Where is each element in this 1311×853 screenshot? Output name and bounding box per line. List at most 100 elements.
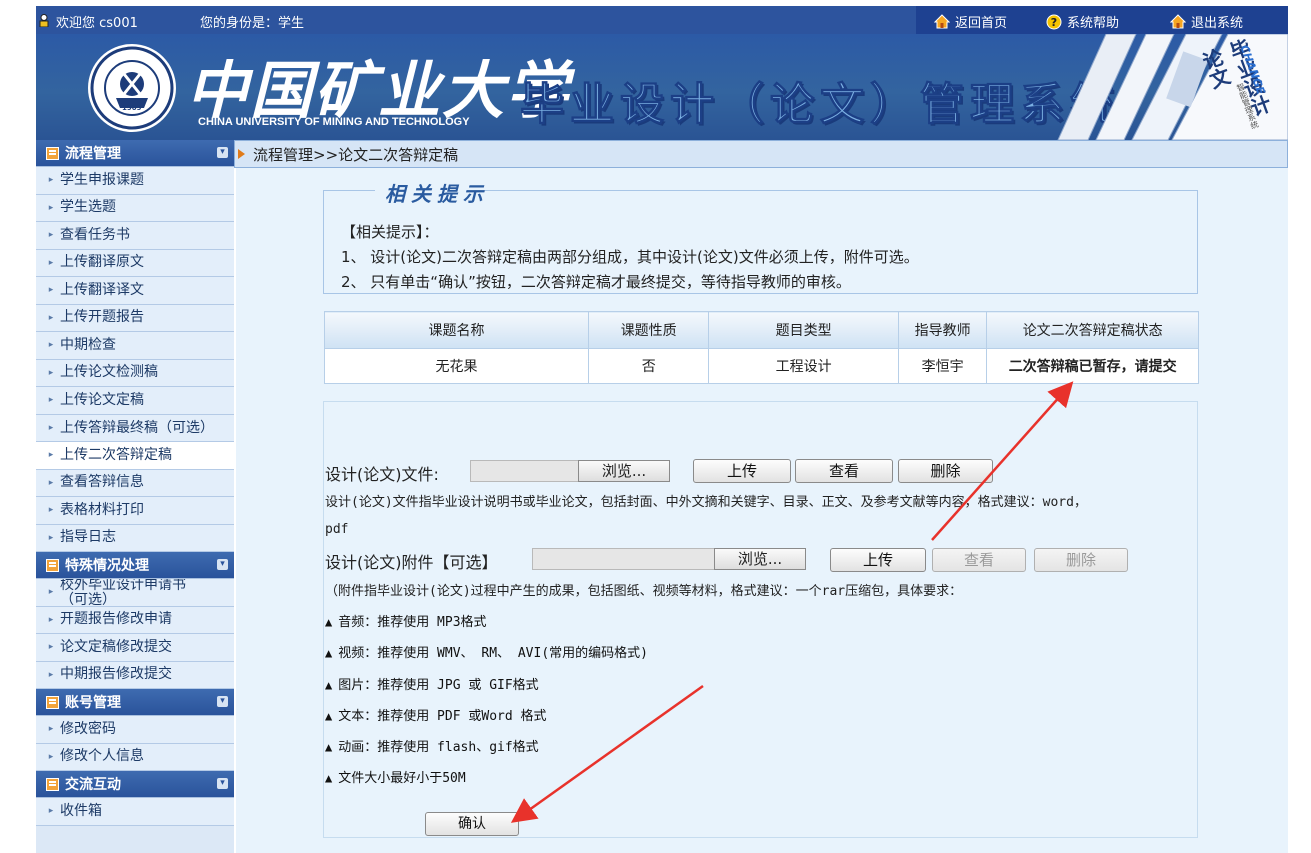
sidebar: 流程管理 ▾ ▸ 学生申报课题 ▸ 学生选题 ▸ 查看任务书 ▸ 上传翻译原文 ▸ 上传翻译…	[36, 140, 234, 853]
home-link[interactable]: 返回首页	[934, 12, 1007, 31]
collapse-icon[interactable]: ▾	[217, 778, 228, 789]
sidebar-item-label: 学生申报课题	[60, 171, 144, 188]
sidebar-item-change-password[interactable]: ▸ 修改密码	[36, 716, 234, 744]
sidebar-item-apply-topic[interactable]: ▸ 学生申报课题	[36, 167, 234, 195]
collapse-icon[interactable]: ▾	[217, 559, 228, 570]
sidebar-item-inbox[interactable]: ▸ 收件箱	[36, 798, 234, 826]
sidebar-item-label: 表格材料打印	[60, 501, 144, 518]
cell-topic: 无花果	[323, 348, 590, 384]
sidebar-item-midterm-check[interactable]: ▸ 中期检查	[36, 332, 234, 360]
bullet-icon: ▸	[48, 422, 54, 433]
sidebar-item-task-book[interactable]: ▸ 查看任务书	[36, 222, 234, 250]
sidebar-item-upload-second-defense[interactable]: ▸ 上传二次答辩定稿	[36, 442, 234, 470]
breadcrumb-arrow-icon	[238, 149, 245, 159]
university-seal-icon	[88, 44, 176, 132]
sidebar-item-print-forms[interactable]: ▸ 表格材料打印	[36, 497, 234, 525]
section-title: 账号管理	[65, 695, 121, 711]
bullet-icon: ▸	[48, 532, 54, 543]
tips-line-2: 2、 只有单击“确认”按钮，二次答辩定稿才最终提交，等待指导教师的审核。	[341, 273, 851, 291]
bullet-icon: ▸	[48, 505, 54, 516]
help-link[interactable]: ? 系统帮助	[1046, 12, 1119, 31]
bullet-icon: ▸	[48, 202, 54, 213]
triangle-icon: ▲	[325, 740, 333, 754]
collapse-icon[interactable]: ▾	[217, 696, 228, 707]
triangle-icon: ▲	[325, 771, 333, 785]
sidebar-item-upload-check-draft[interactable]: ▸ 上传论文检测稿	[36, 359, 234, 387]
attachment-delete-button[interactable]: 删除	[1034, 548, 1128, 572]
thesis-browse-button[interactable]: 浏览...	[578, 460, 670, 482]
triangle-icon: ▲	[325, 646, 333, 660]
thesis-view-button[interactable]: 查看	[795, 459, 893, 483]
seal-year: 1909	[122, 104, 142, 112]
column-header-advisor: 指导教师	[897, 311, 988, 349]
requirement-item: ▲ 音频：推荐使用 MP3格式	[325, 611, 487, 630]
thesis-file-label: 设计(论文)文件:	[325, 465, 439, 484]
requirement-text: 文本：推荐使用 PDF 或Word 格式	[338, 709, 547, 724]
tips-heading: 【相关提示】：	[341, 223, 439, 241]
attachment-file-input[interactable]	[532, 548, 717, 570]
sidebar-item-upload-translation-original[interactable]: ▸ 上传翻译原文	[36, 249, 234, 277]
sidebar-item-defense-info[interactable]: ▸ 查看答辩信息	[36, 469, 234, 497]
sidebar-item-midterm-change[interactable]: ▸ 中期报告修改提交	[36, 661, 234, 689]
sidebar-item-offcampus-application[interactable]: ▸ 校外毕业设计申请书（可选）	[36, 579, 234, 607]
sidebar-item-edit-profile[interactable]: ▸ 修改个人信息	[36, 743, 234, 771]
confirm-button[interactable]: 确认	[425, 812, 519, 836]
sidebar-item-upload-final[interactable]: ▸ 上传论文定稿	[36, 387, 234, 415]
sidebar-item-upload-translation[interactable]: ▸ 上传翻译译文	[36, 277, 234, 305]
sidebar-item-label: 上传开题报告	[60, 309, 144, 326]
attachment-upload-button[interactable]: 上传	[830, 548, 926, 572]
thesis-file-note-2: pdf	[325, 522, 349, 537]
help-link-label: 系统帮助	[1067, 16, 1120, 31]
requirement-text: 音频：推荐使用 MP3格式	[338, 615, 487, 630]
cell-nature: 否	[588, 348, 710, 384]
header-banner: 1909 中国矿业大学 CHINA UNIVERSITY OF MINING A…	[36, 34, 1288, 140]
triangle-icon: ▲	[325, 615, 333, 629]
home-icon	[934, 14, 950, 29]
collapse-icon[interactable]: ▾	[217, 147, 228, 158]
column-header-type: 题目类型	[708, 311, 899, 349]
bullet-icon: ▸	[48, 367, 54, 378]
thesis-upload-button[interactable]: 上传	[693, 459, 791, 483]
triangle-icon: ▲	[325, 678, 333, 692]
table-row: 无花果 否 工程设计 李恒宇 二次答辩稿已暂存，请提交	[323, 348, 1199, 384]
sidebar-item-select-topic[interactable]: ▸ 学生选题	[36, 194, 234, 222]
attachment-browse-button[interactable]: 浏览...	[714, 548, 806, 570]
sidebar-item-upload-defense-final[interactable]: ▸ 上传答辩最终稿（可选）	[36, 414, 234, 442]
sidebar-section-communication[interactable]: 交流互动 ▾	[36, 771, 234, 798]
requirement-item: ▲ 视频：推荐使用 WMV、 RM、 AVI(常用的编码格式)	[325, 642, 648, 661]
bullet-icon: ▸	[48, 806, 54, 817]
requirement-text: 文件大小最好小于50M	[338, 771, 466, 786]
breadcrumb-text: 流程管理>>论文二次答辩定稿	[253, 145, 459, 164]
logout-link[interactable]: 退出系统	[1170, 12, 1243, 31]
sidebar-item-label: 学生选题	[60, 199, 116, 216]
banner-decoration: 毕业设计论文 CHANGE 智能管理系统	[996, 34, 1288, 140]
thesis-file-input[interactable]	[470, 460, 580, 482]
column-header-status: 论文二次答辩定稿状态	[986, 311, 1199, 349]
bullet-icon: ▸	[48, 395, 54, 406]
bullet-icon: ▸	[48, 587, 54, 598]
sidebar-section-special[interactable]: 特殊情况处理 ▾	[36, 552, 234, 579]
cell-advisor: 李恒宇	[897, 348, 988, 384]
sidebar-item-final-change[interactable]: ▸ 论文定稿修改提交	[36, 634, 234, 662]
attachment-label: 设计(论文)附件【可选】	[325, 553, 498, 572]
sidebar-item-label: 论文定稿修改提交	[60, 638, 172, 655]
sidebar-item-proposal-change[interactable]: ▸ 开题报告修改申请	[36, 606, 234, 634]
sidebar-item-label: 查看答辩信息	[60, 474, 144, 491]
sidebar-section-account[interactable]: 账号管理 ▾	[36, 689, 234, 716]
bullet-icon: ▸	[48, 669, 54, 680]
sidebar-item-guidance-log[interactable]: ▸ 指导日志	[36, 524, 234, 552]
top-bar: 欢迎您 cs001 您的身份是：学生 返回首页 ? 系统帮助 退出系统	[36, 6, 1288, 34]
sidebar-item-upload-proposal[interactable]: ▸ 上传开题报告	[36, 304, 234, 332]
bullet-icon: ▸	[48, 230, 54, 241]
bullet-icon: ▸	[48, 614, 54, 625]
section-title: 特殊情况处理	[65, 558, 149, 574]
svg-text:?: ?	[1051, 16, 1057, 29]
sidebar-item-label: 上传二次答辩定稿	[60, 446, 172, 463]
column-header-nature: 课题性质	[588, 311, 710, 349]
thesis-delete-button[interactable]: 删除	[898, 459, 993, 483]
attachment-view-button[interactable]: 查看	[932, 548, 1026, 572]
attachment-note: （附件指毕业设计(论文)过程中产生的成果，包括图纸、视频等材料，格式建议：一个r…	[325, 584, 963, 599]
role-text: 您的身份是：学生	[200, 16, 305, 31]
sidebar-section-process[interactable]: 流程管理 ▾	[36, 140, 234, 167]
cell-status: 二次答辩稿已暂存，请提交	[986, 348, 1199, 384]
